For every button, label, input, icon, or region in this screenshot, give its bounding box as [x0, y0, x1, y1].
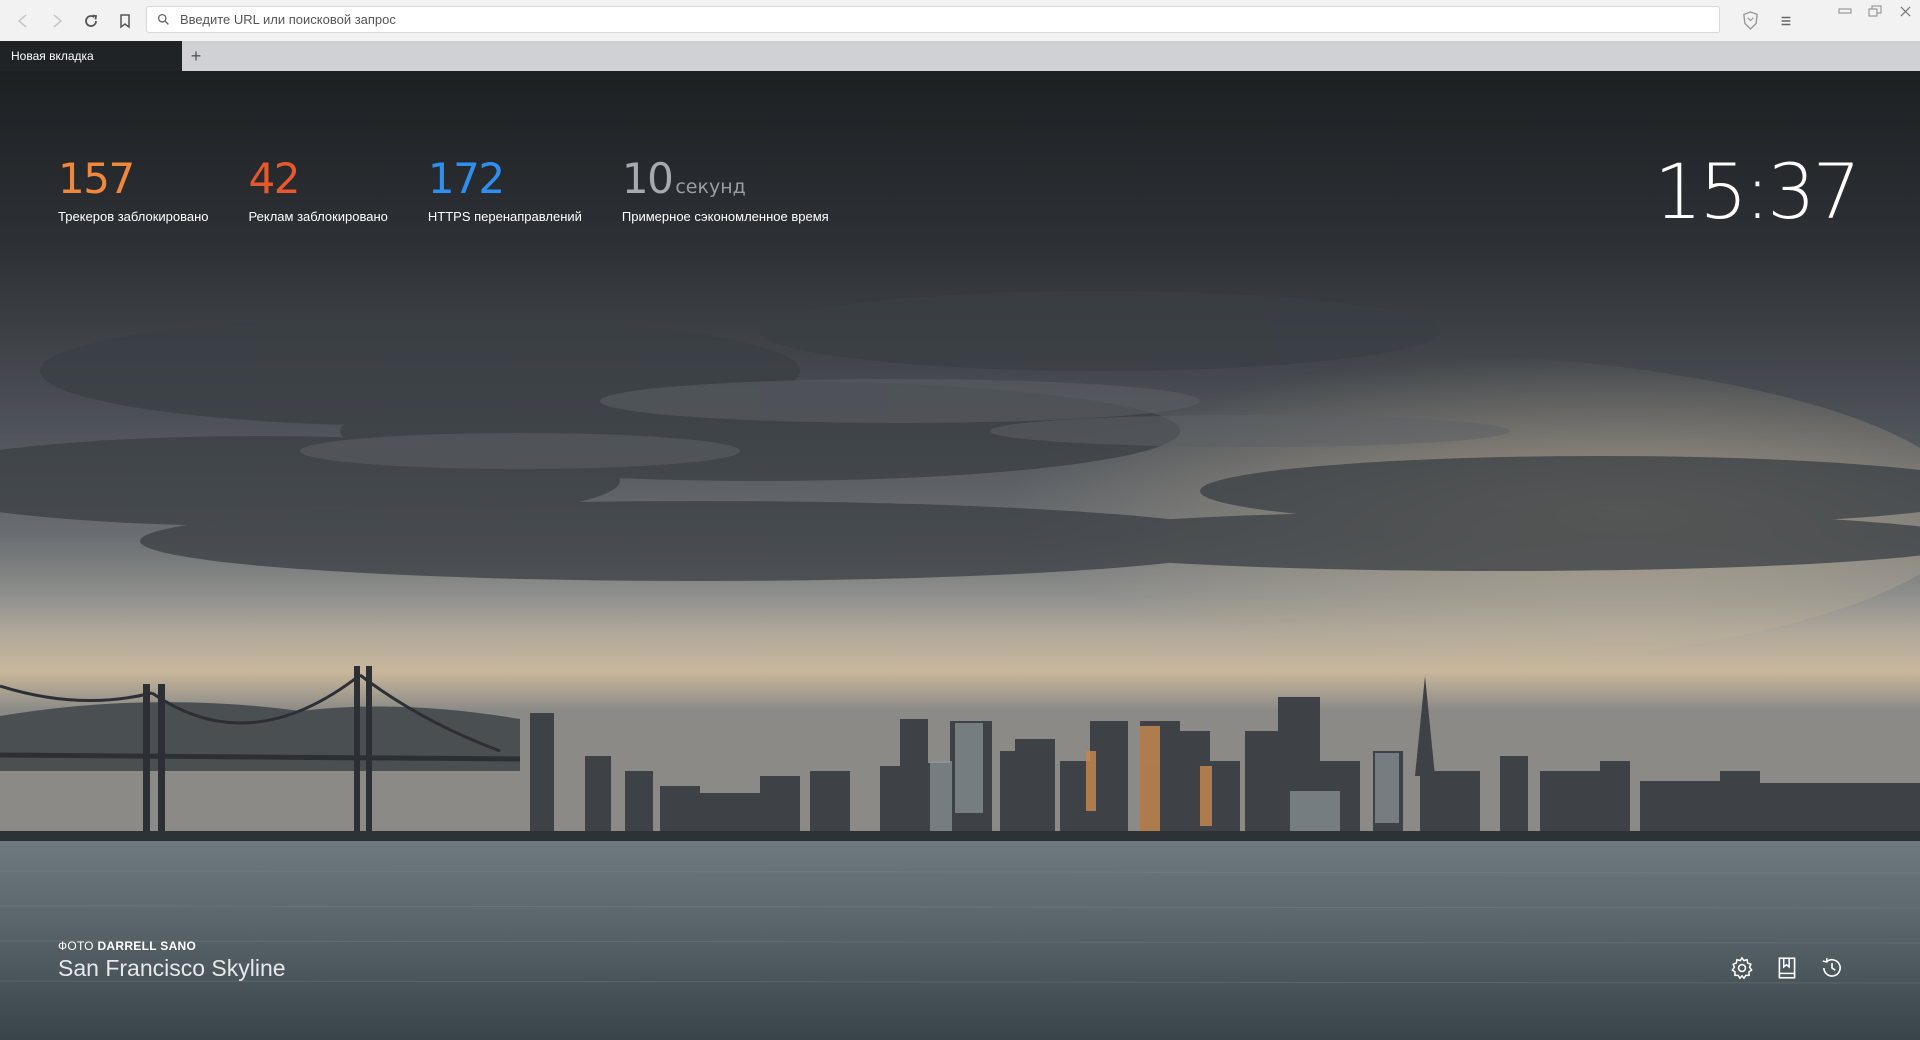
- ntp-actions: [1719, 951, 1854, 985]
- brave-shield-button[interactable]: [1732, 0, 1768, 41]
- stat-https: 172 HTTPS перенаправлений: [428, 151, 582, 224]
- stat-trackers: 157 Трекеров заблокировано: [58, 151, 209, 224]
- stat-ads-value: 42: [249, 151, 388, 207]
- search-icon: [157, 13, 169, 25]
- stat-ads: 42 Реклам заблокировано: [249, 151, 388, 224]
- minimize-button[interactable]: [1830, 0, 1860, 22]
- restore-button[interactable]: [1860, 0, 1890, 22]
- tab-new-tab[interactable]: Новая вкладка: [0, 41, 182, 71]
- stat-https-number: 172: [427, 154, 505, 203]
- plus-icon: +: [190, 45, 202, 66]
- stat-time-saved: 10 секунд Примерное сэкономленное время: [622, 151, 829, 224]
- close-icon: [1899, 5, 1911, 17]
- photo-title: San Francisco Skyline: [58, 955, 286, 981]
- reload-icon: [85, 14, 98, 27]
- window-controls: [1830, 0, 1920, 22]
- brave-shield-icon: [1742, 11, 1758, 30]
- tab-title: Новая вкладка: [11, 49, 94, 63]
- bookmark-icon: [120, 13, 130, 28]
- minimize-icon: [1838, 8, 1852, 14]
- gear-icon: [1730, 956, 1753, 980]
- close-window-button[interactable]: [1890, 0, 1920, 22]
- stat-ads-number: 42: [248, 154, 301, 203]
- bookmark-button[interactable]: [108, 0, 142, 41]
- stat-https-value: 172: [428, 151, 582, 207]
- bookmarks-icon: [1778, 957, 1795, 979]
- bookmarks-button[interactable]: [1764, 951, 1809, 985]
- url-input[interactable]: [178, 11, 1678, 28]
- new-tab-button[interactable]: +: [182, 41, 210, 71]
- stat-time-number: 10: [621, 154, 674, 203]
- brave-stats: 157 Трекеров заблокировано 42 Реклам заб…: [58, 151, 869, 224]
- stat-time-value: 10 секунд: [622, 151, 829, 207]
- photo-author[interactable]: DARRELL SANO: [97, 939, 196, 953]
- stat-https-label: HTTPS перенаправлений: [427, 209, 582, 224]
- stat-trackers-number: 157: [58, 154, 135, 203]
- stat-time-unit: секунд: [675, 176, 746, 198]
- settings-button[interactable]: [1719, 951, 1764, 985]
- photo-author-line: ФОТО DARRELL SANO: [58, 939, 286, 953]
- history-icon: [1822, 957, 1841, 977]
- stat-time-label: Примерное сэкономленное время: [621, 209, 829, 224]
- stat-ads-label: Реклам заблокировано: [248, 209, 388, 224]
- menu-button[interactable]: [1768, 0, 1804, 41]
- stat-trackers-value: 157: [58, 151, 209, 207]
- menu-icon: [1781, 16, 1791, 25]
- stat-trackers-label: Трекеров заблокировано: [58, 209, 209, 224]
- history-button[interactable]: [1809, 951, 1854, 985]
- back-arrow-icon: [17, 13, 27, 28]
- browser-toolbar: [0, 0, 1920, 41]
- forward-button[interactable]: [40, 0, 74, 41]
- forward-arrow-icon: [53, 13, 63, 28]
- tab-strip: Новая вкладка +: [0, 41, 1920, 71]
- clock: 15:37: [1653, 147, 1861, 236]
- url-bar[interactable]: [146, 6, 1720, 33]
- new-tab-page: 157 Трекеров заблокировано 42 Реклам заб…: [0, 71, 1920, 1040]
- reload-button[interactable]: [74, 0, 108, 41]
- restore-icon: [1868, 5, 1882, 17]
- back-button[interactable]: [6, 0, 40, 41]
- photo-prefix: ФОТО: [58, 939, 94, 953]
- photo-credit: ФОТО DARRELL SANO San Francisco Skyline: [58, 939, 286, 982]
